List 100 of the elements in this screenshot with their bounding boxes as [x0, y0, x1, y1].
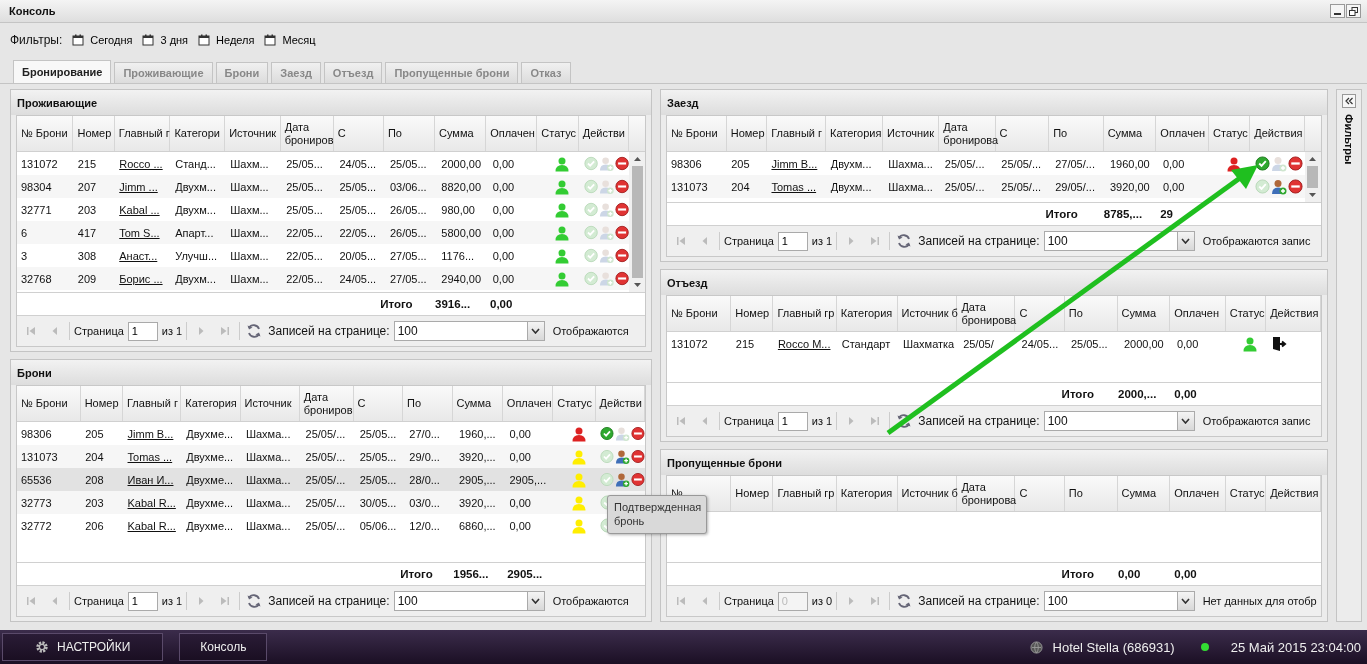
- totals-sum: 1956...: [453, 568, 489, 580]
- table-cell: 27/05/...: [1055, 157, 1095, 170]
- table-cell: 0,00: [509, 496, 531, 509]
- totals-paid: 0,00: [490, 298, 513, 310]
- table-cell: 25/05/...: [305, 473, 346, 486]
- table-cell: Двухм...: [830, 157, 872, 170]
- panel-title: Пропущенные брони: [661, 450, 1327, 475]
- per-page-label: Записей на странице:: [918, 594, 1040, 608]
- table-cell: Стандарт: [841, 337, 891, 350]
- table-cell: Шахма...: [245, 427, 291, 440]
- table-cell: 3920,...: [458, 450, 496, 463]
- table-cell: 25/05...: [286, 157, 323, 170]
- table-cell: 417: [77, 226, 97, 239]
- totals-sum: 0,00: [1118, 568, 1141, 580]
- table-cell: 32772: [21, 519, 52, 532]
- table-cell: 65536: [21, 473, 52, 486]
- totals-paid: 29: [1160, 208, 1173, 220]
- table-cell: 0,00: [492, 180, 515, 193]
- table-cell: 6: [21, 226, 28, 239]
- table-cell: 131073: [21, 450, 58, 463]
- table-cell: 2905,...: [509, 473, 547, 486]
- page-count: из 0: [811, 595, 833, 607]
- table-cell: 27/05...: [389, 249, 427, 262]
- window-title: Консоль: [9, 5, 56, 17]
- table-cell: 25/05/...: [305, 496, 346, 509]
- table-cell: 2000,00: [441, 157, 482, 170]
- panel-title: Отъезд: [661, 270, 1327, 295]
- table-cell: 24/05...: [339, 272, 377, 285]
- hotel-name: Hotel Stella (686931): [1052, 639, 1175, 655]
- table-cell: 98304: [21, 180, 52, 193]
- totals-label: Итого: [1045, 208, 1078, 220]
- totals-sum: 2000,...: [1118, 388, 1157, 400]
- table-cell: 205: [731, 157, 750, 170]
- page-count: из 1: [161, 595, 183, 607]
- table-cell: 25/05/: [963, 337, 994, 350]
- table-cell: 24/05...: [339, 157, 377, 170]
- table-cell: 205: [85, 427, 104, 440]
- table-cell: Шахм...: [230, 249, 269, 262]
- table-cell: 308: [77, 249, 97, 262]
- tooltip: Подтвержденная бронь: [607, 495, 707, 534]
- table-cell: Двухме...: [186, 496, 234, 509]
- totals-label: Итого: [1061, 388, 1095, 400]
- table-cell: 22/05...: [286, 226, 323, 239]
- table-cell: 25/05/...: [305, 519, 346, 532]
- table-cell: 22/05...: [286, 249, 323, 262]
- table-cell: Шахма...: [888, 157, 933, 170]
- table-cell: 30/05...: [359, 496, 397, 509]
- table-cell: 6860,...: [458, 519, 496, 532]
- table-cell: 32771: [21, 203, 52, 216]
- table-cell: 26/05...: [389, 226, 427, 239]
- table-cell: 0,00: [509, 519, 531, 532]
- paging-info: Отображаются: [552, 325, 629, 337]
- per-page-label: Записей на странице:: [918, 414, 1040, 428]
- table-cell: 29/05/...: [1055, 180, 1095, 193]
- table-cell: 25/05...: [339, 180, 377, 193]
- sidebar-label: Фильтры: [1342, 114, 1355, 165]
- totals-label: Итого: [1061, 568, 1095, 580]
- table-cell: 208: [85, 473, 104, 486]
- paging-info: Отображаются запис: [1202, 235, 1311, 247]
- paging-info: Нет данных для отобр: [1202, 595, 1317, 607]
- page-count: из 1: [811, 415, 833, 427]
- table-cell: 1960,...: [458, 427, 496, 440]
- paging-info: Отображаются запис: [1202, 415, 1311, 427]
- table-cell: 05/06...: [359, 519, 397, 532]
- table-cell: 131072: [671, 337, 708, 350]
- totals-label: Итого: [380, 298, 413, 310]
- table-cell: 20/05...: [339, 249, 377, 262]
- table-cell: Шахм...: [230, 272, 269, 285]
- page-label: Страница: [74, 325, 124, 337]
- table-cell: 25/05/...: [305, 450, 346, 463]
- table-cell: Двухме...: [186, 427, 234, 440]
- table-cell: 980,00: [441, 203, 475, 216]
- table-cell: 215: [77, 157, 97, 170]
- table-cell: 26/05...: [389, 203, 427, 216]
- table-cell: 3920,00: [1109, 180, 1150, 193]
- page-label: Страница: [74, 595, 124, 607]
- table-cell: 25/05...: [286, 180, 323, 193]
- table-cell: 12/0...: [409, 519, 440, 532]
- panel-title: Брони: [11, 360, 651, 385]
- table-cell: 25/05...: [359, 450, 397, 463]
- page-label: Страница: [724, 595, 774, 607]
- table-cell: 25/05...: [1070, 337, 1108, 350]
- panel-title: Проживающие: [11, 90, 651, 115]
- table-cell: Шахма...: [245, 519, 291, 532]
- table-cell: 22/05...: [339, 226, 377, 239]
- table-cell: 2905,...: [458, 473, 496, 486]
- table-cell: 32773: [21, 496, 52, 509]
- table-cell: 24/05...: [1021, 337, 1059, 350]
- table-cell: Шахма...: [245, 496, 291, 509]
- table-cell: Шахм...: [230, 226, 269, 239]
- table-cell: Двухм...: [175, 203, 216, 216]
- table-cell: Шахма...: [245, 450, 291, 463]
- table-cell: Улучш...: [175, 249, 218, 262]
- totals-paid: 0,00: [1174, 568, 1197, 580]
- table-cell: 27/05...: [389, 272, 427, 285]
- table-cell: 0,00: [492, 249, 515, 262]
- per-page-label: Записей на странице:: [918, 234, 1040, 248]
- table-cell: 0,00: [492, 226, 515, 239]
- table-cell: 29/0...: [409, 450, 440, 463]
- totals-paid: 0,00: [1174, 388, 1197, 400]
